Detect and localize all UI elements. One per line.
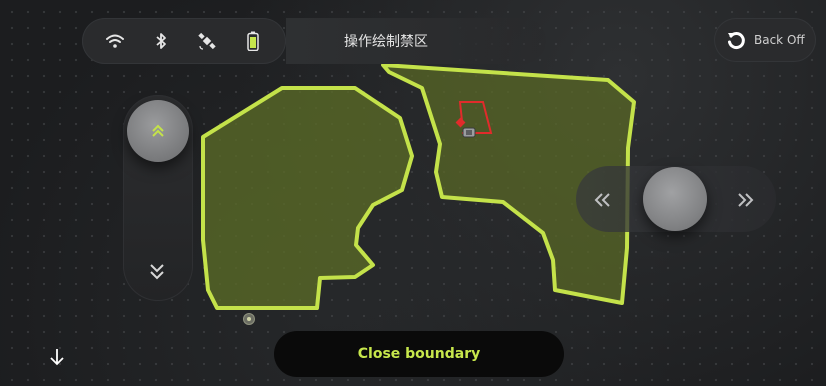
status-bar — [82, 18, 286, 64]
satellite-icon — [193, 27, 221, 55]
arrow-down-icon[interactable] — [48, 347, 66, 367]
bluetooth-icon — [147, 27, 175, 55]
double-chevron-up-icon — [152, 124, 164, 137]
robot-mower-icon — [462, 127, 476, 138]
battery-icon — [239, 27, 267, 55]
horizontal-joystick-knob[interactable] — [643, 167, 707, 231]
double-chevron-left-icon[interactable] — [592, 190, 614, 210]
back-off-label: Back Off — [754, 33, 805, 47]
close-boundary-button[interactable]: Close boundary — [274, 331, 564, 377]
back-off-button[interactable]: Back Off — [714, 18, 816, 62]
undo-icon — [728, 32, 745, 49]
work-zone-left — [201, 86, 414, 310]
double-chevron-down-icon[interactable] — [145, 262, 169, 282]
title-bar: 操作绘制禁区 — [286, 18, 546, 64]
double-chevron-right-icon[interactable] — [734, 190, 756, 210]
page-title: 操作绘制禁区 — [344, 34, 428, 50]
wifi-icon — [101, 27, 129, 55]
base-station-icon — [244, 314, 254, 324]
vertical-joystick-knob[interactable] — [127, 100, 189, 162]
